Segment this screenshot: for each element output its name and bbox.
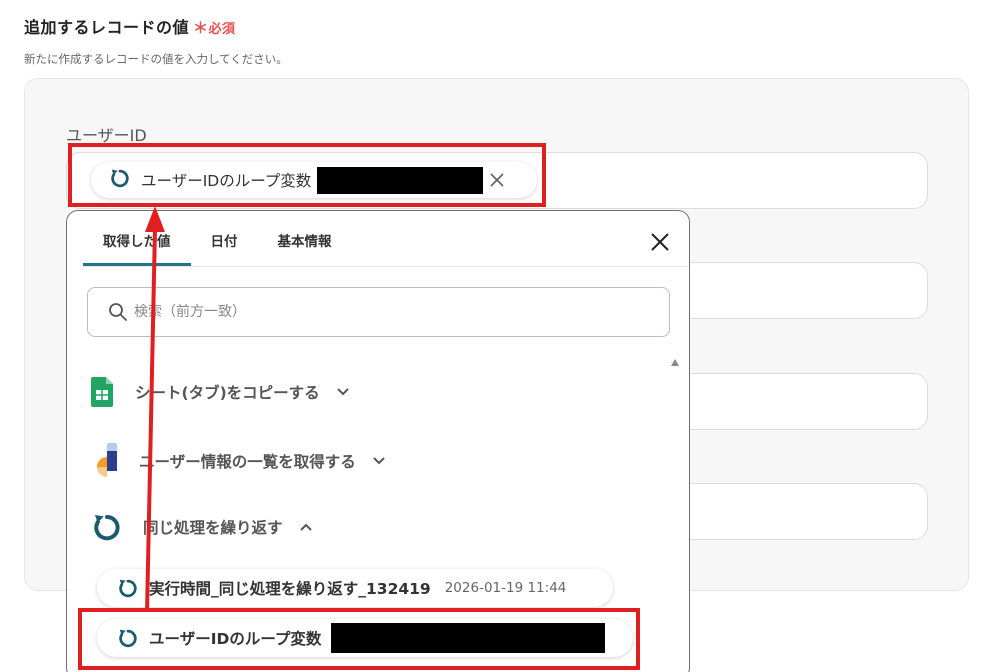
close-icon xyxy=(490,173,504,187)
redacted-block xyxy=(331,623,606,653)
loop-icon xyxy=(94,515,120,541)
group-copy-sheet[interactable]: シート(タブ)をコピーする xyxy=(91,372,350,412)
search-input[interactable] xyxy=(134,304,534,320)
tab-basic-info[interactable]: 基本情報 xyxy=(258,211,352,266)
scroll-up-arrow[interactable] xyxy=(671,359,679,366)
picker-tabs: 取得した値 日付 基本情報 xyxy=(83,211,352,266)
chip-label: ユーザーIDのループ変数 xyxy=(141,172,312,190)
required-asterisk: ＊ xyxy=(193,19,209,37)
option-label: 実行時間_同じ処理を繰り返す_132419 xyxy=(149,580,431,598)
redacted-block xyxy=(317,166,484,194)
variable-chip[interactable]: ユーザーIDのループ変数 xyxy=(91,162,537,198)
search-icon xyxy=(109,303,127,321)
tab-date[interactable]: 日付 xyxy=(191,211,258,266)
loop-icon xyxy=(109,167,131,193)
option-date: 2026-01-19 11:44 xyxy=(444,580,567,596)
group-label: 同じ処理を繰り返す xyxy=(143,519,283,537)
section-title-text: 追加するレコードの値 xyxy=(24,18,190,37)
close-dropdown-button[interactable] xyxy=(649,231,671,253)
section-title: 追加するレコードの値 ＊必須 xyxy=(24,14,236,38)
app-logo-icon xyxy=(97,443,117,477)
close-icon xyxy=(651,233,669,251)
group-label: シート(タブ)をコピーする xyxy=(135,384,320,402)
option-user-id-loop-variable[interactable]: ユーザーIDのループ変数 xyxy=(97,619,633,657)
tab-acquired-values[interactable]: 取得した値 xyxy=(83,211,191,266)
chevron-up-icon xyxy=(299,523,312,531)
option-label: ユーザーIDのループ変数 xyxy=(149,630,322,648)
variable-picker-dropdown: 取得した値 日付 基本情報 シート(タブ)をコピーする ユーザー情報の一覧を取得… xyxy=(66,210,690,672)
section-subtitle: 新たに作成するレコードの値を入力してください。 xyxy=(24,52,288,66)
clear-chip-button[interactable] xyxy=(487,170,507,190)
chevron-down-icon xyxy=(372,457,385,465)
chevron-down-icon xyxy=(336,388,349,396)
google-sheets-icon xyxy=(91,377,113,407)
tab-divider xyxy=(83,266,689,267)
loop-icon xyxy=(119,629,137,648)
group-label: ユーザー情報の一覧を取得する xyxy=(139,453,356,471)
field-label-user-id: ユーザーID xyxy=(66,126,147,145)
loop-icon xyxy=(119,579,137,598)
required-label: 必須 xyxy=(208,22,236,37)
option-execution-time[interactable]: 実行時間_同じ処理を繰り返す_132419 2026-01-19 11:44 xyxy=(97,569,613,607)
search-box xyxy=(87,287,670,337)
group-loop[interactable]: 同じ処理を繰り返す xyxy=(91,507,313,547)
group-user-list[interactable]: ユーザー情報の一覧を取得する xyxy=(91,441,386,481)
